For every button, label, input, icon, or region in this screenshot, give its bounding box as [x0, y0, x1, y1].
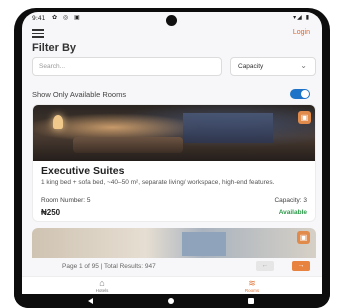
status-badge: Available	[278, 209, 307, 216]
hotel-icon: ⌂	[99, 278, 105, 288]
bookmark-icon[interactable]: ▣	[297, 231, 310, 244]
capacity-select-label: Capacity	[238, 63, 264, 70]
room-image-window	[183, 113, 273, 143]
recent-apps-icon[interactable]	[248, 298, 254, 304]
room-image-window	[182, 232, 226, 256]
back-icon[interactable]	[88, 298, 93, 304]
nav-hotels-label: Hotels	[95, 288, 109, 293]
hamburger-menu-icon[interactable]	[32, 29, 44, 38]
room-title: Executive Suites	[41, 165, 125, 177]
front-camera	[166, 15, 177, 26]
system-nav-bar	[14, 294, 330, 308]
page-info: Page 1 of 95 | Total Results: 947	[62, 263, 156, 270]
bookmark-icon[interactable]: ▣	[298, 111, 311, 124]
signal-battery-icon: ▾◢ ▮	[293, 14, 310, 21]
show-available-toggle[interactable]	[290, 89, 310, 99]
bottom-nav: ⌂ Hotels ≋ Rooms	[22, 276, 322, 294]
room-image: ▣	[33, 105, 315, 161]
home-icon[interactable]	[168, 298, 174, 304]
room-image-lamp	[53, 115, 63, 129]
nav-rooms[interactable]: ≋ Rooms	[232, 278, 272, 293]
next-page-button[interactable]: →	[292, 261, 310, 271]
rooms-icon: ≋	[248, 278, 256, 288]
room-capacity: Capacity: 3	[274, 197, 307, 204]
phone-frame: 9:41 ✿ ◎ ▣ ▾◢ ▮ Login Filter By Search..…	[14, 8, 330, 308]
chevron-down-icon: ⌄	[300, 61, 307, 70]
toggle-knob	[301, 90, 309, 98]
room-image-sofa	[73, 137, 183, 153]
nav-rooms-label: Rooms	[244, 288, 260, 293]
prev-page-button[interactable]: ←	[256, 261, 274, 271]
room-price: ₦250	[41, 208, 61, 217]
app-screen: 9:41 ✿ ◎ ▣ ▾◢ ▮ Login Filter By Search..…	[22, 12, 322, 294]
nav-hotels[interactable]: ⌂ Hotels	[82, 278, 122, 293]
room-card[interactable]: ▣ Executive Suites 1 king bed + sofa bed…	[32, 104, 316, 222]
status-bar: 9:41 ✿ ◎ ▣ ▾◢ ▮	[22, 12, 322, 26]
show-available-label: Show Only Available Rooms	[32, 90, 127, 99]
room-number: Room Number: 5	[41, 197, 91, 204]
capacity-select[interactable]: Capacity ⌄	[230, 57, 316, 76]
room-description: 1 king bed + sofa bed, ~40–50 m², separa…	[41, 179, 275, 186]
status-icons-left: ✿ ◎ ▣	[52, 14, 82, 21]
status-time: 9:41	[32, 15, 46, 22]
login-link[interactable]: Login	[293, 29, 310, 36]
search-input[interactable]: Search...	[32, 57, 222, 76]
room-card[interactable]: ▣	[32, 228, 316, 258]
pagination: Page 1 of 95 | Total Results: 947 ← →	[22, 258, 322, 274]
filter-title: Filter By	[32, 42, 77, 54]
room-image	[32, 228, 316, 258]
